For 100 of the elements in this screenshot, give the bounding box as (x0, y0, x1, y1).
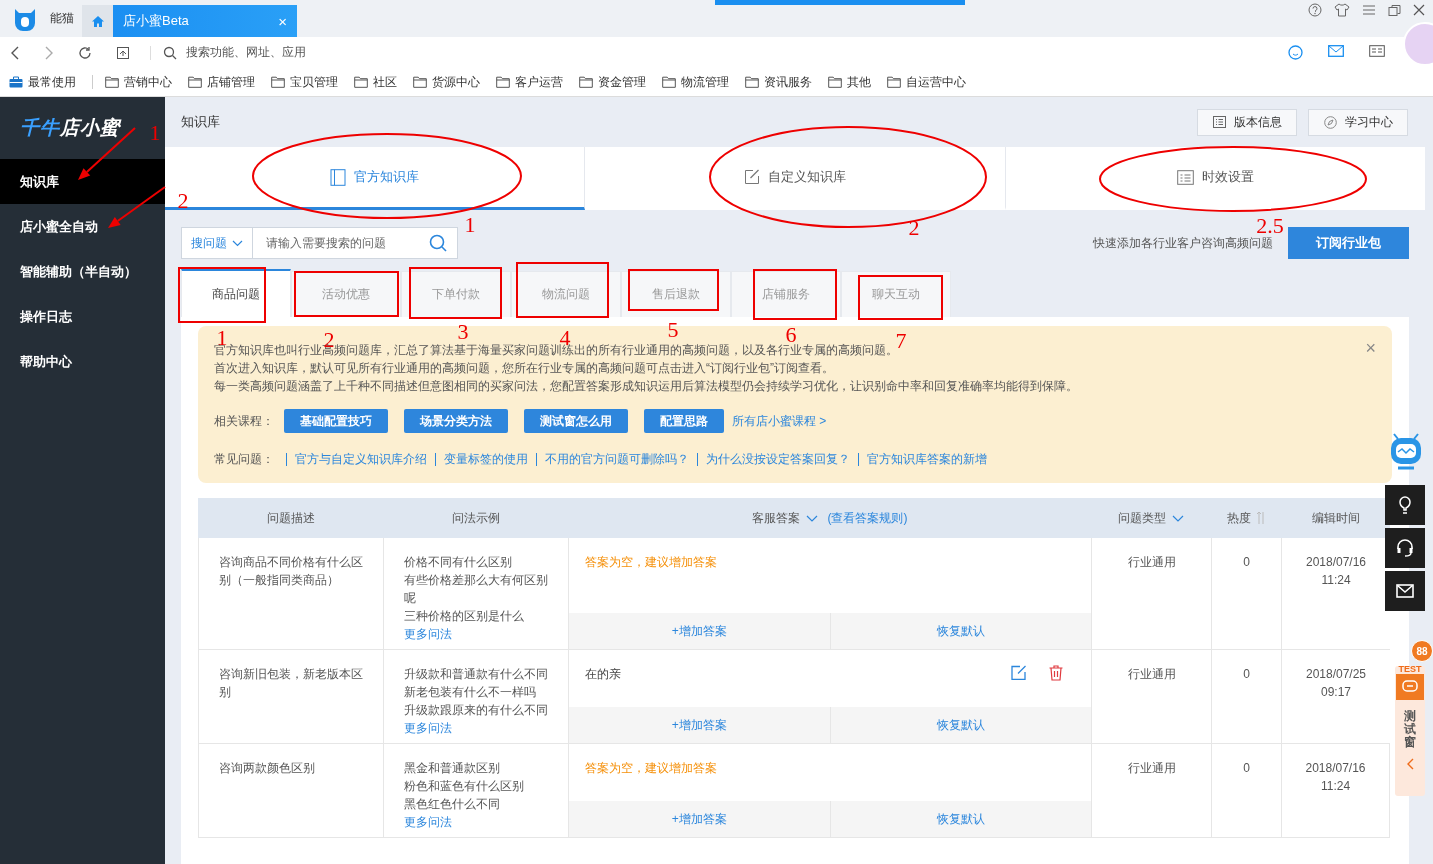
home-tab[interactable] (82, 5, 113, 37)
category-tab[interactable]: 下单付款 (401, 271, 511, 317)
mail-button[interactable] (1385, 571, 1425, 611)
table-cell-text: 11:24 (1320, 778, 1351, 795)
home-page-icon[interactable] (116, 45, 130, 60)
course-button[interactable]: 场景分类方法 (404, 409, 508, 433)
folder-icon (105, 76, 119, 88)
knowledge-tab[interactable]: 自定义知识库 (585, 147, 1006, 210)
answer-rules-link[interactable]: (查看答案规则) (827, 509, 908, 527)
notice-text: 每一类高频问题涵盖了上千种不同描述但意图相同的买家问法，您配置答案形成知识运用后算法模型仍会持续学习优化，让识别命中率和回复准确率均能得到保障。 (214, 378, 1079, 395)
all-courses-link[interactable]: 所有店小蜜课程 > (732, 412, 827, 430)
bookmark-link[interactable]: 社区 (354, 73, 397, 91)
chevron-down-icon (232, 239, 243, 247)
course-button[interactable]: 基础配置技巧 (284, 409, 388, 433)
browser-tab[interactable]: 店小蜜Beta × (113, 5, 297, 37)
search-icon[interactable] (429, 234, 447, 252)
table-cell-text: 黑金和普通款区别 (404, 760, 501, 777)
mail-icon[interactable] (1328, 45, 1344, 57)
bookmark-link[interactable]: 自运营中心 (887, 73, 966, 91)
headset-button[interactable] (1385, 528, 1425, 568)
restore-icon[interactable] (1388, 3, 1401, 17)
faq-link[interactable]: 不用的官方问题可删除吗？ (536, 453, 697, 466)
faq-link[interactable]: 官方知识库答案的新增 (858, 453, 995, 466)
search-bar[interactable]: 搜问题 请输入需要搜索的问题 (181, 227, 458, 259)
home-icon (90, 14, 105, 28)
restore-default-link[interactable]: 恢复默认 (829, 707, 1091, 743)
category-tab[interactable]: 售后退款 (621, 271, 731, 317)
annotation-number: 2 (177, 190, 189, 212)
restore-default-link[interactable]: 恢复默认 (829, 613, 1091, 649)
bookmark-link[interactable]: 最常使用 (9, 73, 76, 91)
annotation-number: 1 (149, 122, 161, 144)
column-header: 编辑时间 (1311, 509, 1360, 527)
table-cell-text: 2018/07/25 (1305, 666, 1367, 683)
chevron-down-icon[interactable] (1172, 514, 1184, 522)
bookmark-link[interactable]: 物流管理 (662, 73, 729, 91)
list-icon (1212, 116, 1226, 128)
close-icon[interactable]: × (1365, 338, 1376, 359)
close-icon[interactable] (1413, 4, 1425, 16)
bookmark-link[interactable]: 宝贝管理 (271, 73, 338, 91)
lightbulb-button[interactable] (1385, 485, 1425, 525)
bookmark-link[interactable]: 货源中心 (413, 73, 480, 91)
trash-icon[interactable] (1049, 665, 1063, 681)
close-tab-icon[interactable]: × (278, 12, 287, 30)
bookmark-link[interactable]: 客户运营 (496, 73, 563, 91)
table-cell-text: 2018/07/16 (1305, 554, 1367, 571)
category-tab[interactable]: 商品问题 (181, 269, 291, 317)
more-phrasings-link[interactable]: 更多问法 (404, 625, 452, 643)
bookmark-link[interactable]: 资讯服务 (745, 73, 812, 91)
edit-icon[interactable] (1011, 665, 1027, 680)
search-field[interactable]: 请输入需要搜索的问题 (264, 235, 423, 251)
bookmark-link[interactable]: 店铺管理 (188, 73, 255, 91)
smiley-icon[interactable] (1288, 45, 1303, 60)
course-button[interactable]: 测试窗怎么用 (524, 409, 628, 433)
version-button[interactable]: 版本信息 (1197, 108, 1297, 136)
briefcase-icon (9, 76, 23, 88)
chevron-down-icon[interactable] (805, 514, 818, 522)
faq-link[interactable]: 变量标签的使用 (435, 453, 536, 466)
category-tab[interactable]: 物流问题 (511, 271, 621, 317)
sidebar-item[interactable]: 店小蜜全自动 (0, 204, 165, 249)
sidebar-item[interactable]: 操作日志 (0, 294, 165, 339)
notice-text: 首次进入知识库，默认可见所有行业通用的高频问题，您所在行业专属的高频问题可点击进入“订阅行业包”订阅查看。 (214, 360, 835, 377)
add-answer-link[interactable]: +增加答案 (569, 613, 830, 649)
forward-icon[interactable] (44, 45, 54, 60)
shirt-icon[interactable] (1334, 3, 1350, 17)
table-cell-text: 三种价格的区别是什么 (404, 608, 525, 625)
sidebar-item[interactable]: 智能辅助（半自动） (0, 249, 165, 294)
bookmark-link[interactable]: 资金管理 (579, 73, 646, 91)
sidebar-item[interactable]: 帮助中心 (0, 339, 165, 384)
restore-default-link[interactable]: 恢复默认 (829, 801, 1091, 837)
subscribe-button[interactable]: 订阅行业包 (1288, 227, 1409, 259)
faq-link[interactable]: 官方与自定义知识库介绍 (286, 453, 435, 466)
faq-link[interactable]: 为什么没按设定答案回复？ (697, 453, 858, 466)
bookmark-link[interactable]: 其他 (828, 73, 871, 91)
learning-button[interactable]: 学习中心 (1308, 108, 1408, 136)
test-window-tab[interactable]: TEST 测试窗 (1395, 666, 1425, 796)
add-answer-link[interactable]: +增加答案 (569, 801, 830, 837)
category-tab[interactable]: 聊天互动 (841, 271, 951, 317)
reload-icon[interactable] (78, 45, 92, 60)
column-header: 问题类型 (1118, 509, 1166, 527)
sidebar-item[interactable]: 知识库 (0, 159, 165, 204)
table-cell-text: 11:24 (1321, 572, 1351, 589)
bookmark-link[interactable]: 营销中心 (105, 73, 172, 91)
table-cell: 0 (1211, 744, 1281, 838)
category-tab[interactable]: 店铺服务 (731, 271, 841, 317)
course-button[interactable]: 配置思路 (644, 409, 724, 433)
table-cell: 行业通用 (1091, 650, 1211, 744)
mail-icon (1396, 582, 1414, 600)
menu-icon[interactable] (1362, 4, 1376, 16)
card-icon[interactable] (1369, 45, 1385, 57)
more-phrasings-link[interactable]: 更多问法 (404, 813, 452, 831)
address-field[interactable]: 搜索功能、网址、应用 (186, 44, 306, 61)
chevron-left-icon (1406, 757, 1414, 770)
add-answer-link[interactable]: +增加答案 (569, 707, 830, 743)
help-icon[interactable] (1308, 3, 1322, 17)
back-icon[interactable] (10, 45, 20, 60)
more-phrasings-link[interactable]: 更多问法 (404, 719, 452, 737)
knowledge-tab[interactable]: 时效设置 (1005, 147, 1425, 210)
empty-answer-warning: 答案为空，建议增加答案 (585, 554, 717, 571)
annotation-number: 3 (457, 321, 469, 343)
table-cell: 0 (1211, 650, 1281, 744)
